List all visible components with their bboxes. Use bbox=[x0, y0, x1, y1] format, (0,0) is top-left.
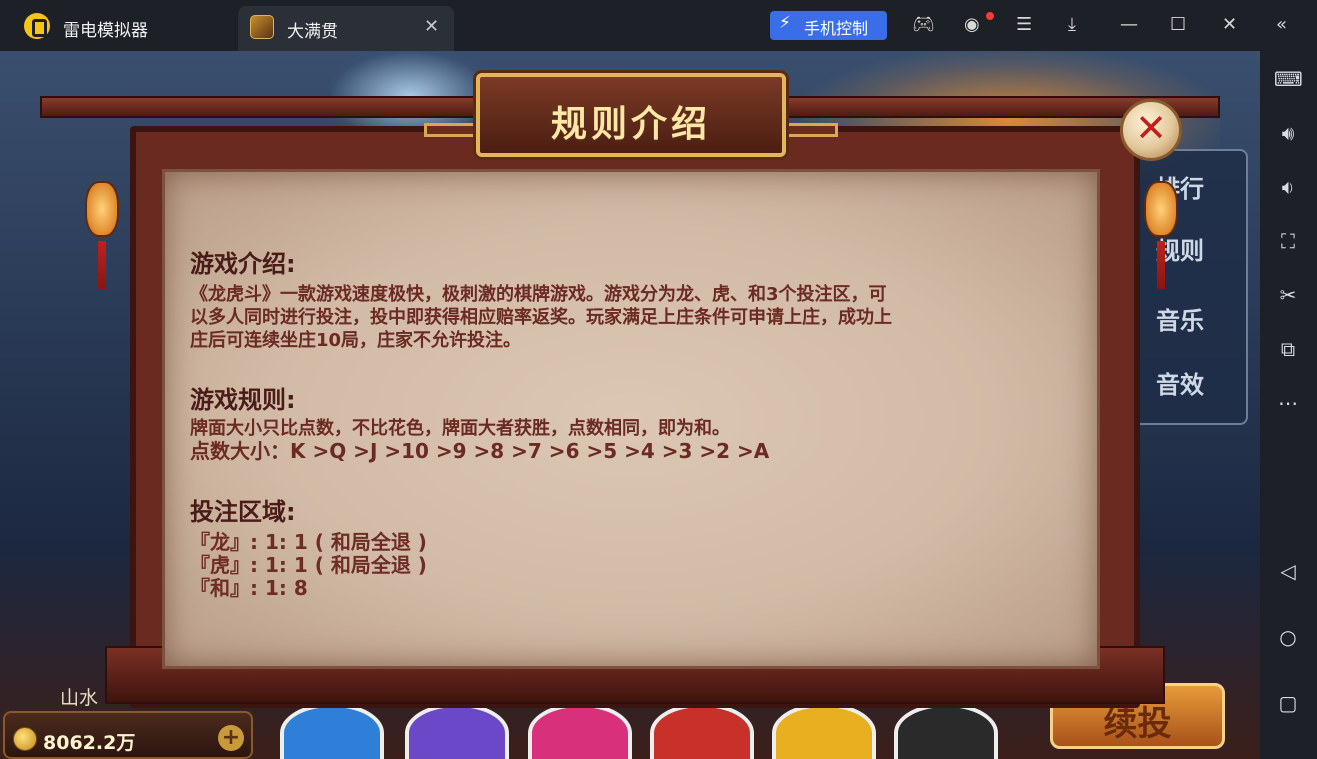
collapse-sidebar-icon[interactable]: « bbox=[1276, 14, 1287, 35]
balance-bar: 8062.2万 + bbox=[3, 711, 253, 759]
balance-amount: 8062.2万 bbox=[43, 732, 136, 754]
bet-line-dragon: 『龙』: 1: 1 ( 和局全退 ) bbox=[190, 530, 427, 554]
screenshot-icon[interactable]: ⛶ bbox=[1274, 227, 1302, 255]
section-bets: 投注区域: 『龙』: 1: 1 ( 和局全退 ) 『虎』: 1: 1 ( 和局全… bbox=[190, 492, 1085, 600]
tab-close-icon[interactable]: ✕ bbox=[424, 16, 439, 37]
fret-ornament-left bbox=[424, 123, 484, 137]
keyboard-mapping-icon[interactable]: ⌨ bbox=[1274, 65, 1303, 93]
recent-apps-icon[interactable]: ▢ bbox=[1274, 689, 1302, 717]
section-intro: 游戏介绍: 《龙虎斗》一款游戏速度极快，极刺激的棋牌游戏。游戏分为龙、虎、和3个… bbox=[190, 244, 1085, 352]
section-rules: 游戏规则: 牌面大小只比点数，不比花色，牌面大者获胜，点数相同，即为和。 点数大… bbox=[190, 380, 1085, 463]
intro-title: 游戏介绍: bbox=[190, 250, 296, 278]
rank-order-line: 点数大小：K >Q >J >10 >9 >8 >7 >6 >5 >4 >3 >2… bbox=[190, 439, 770, 463]
minimize-icon[interactable]: — bbox=[1120, 14, 1138, 35]
close-window-icon[interactable]: ✕ bbox=[1222, 14, 1237, 35]
app-logo-icon bbox=[24, 13, 50, 39]
bet-chip-3[interactable] bbox=[528, 703, 632, 759]
bet-chip-2[interactable] bbox=[405, 703, 509, 759]
tassel-right bbox=[1157, 241, 1165, 289]
bet-chip-1[interactable] bbox=[280, 703, 384, 759]
back-icon[interactable]: ◁ bbox=[1274, 557, 1302, 585]
volume-up-icon[interactable]: 🔊︎ bbox=[1274, 119, 1302, 147]
multi-instance-icon[interactable]: ⧉ bbox=[1274, 335, 1302, 363]
bet-chip-5[interactable] bbox=[772, 703, 876, 759]
gamepad-icon[interactable]: 🎮︎ bbox=[912, 14, 935, 35]
add-coins-button[interactable]: + bbox=[218, 725, 244, 751]
close-x-icon: ✕ bbox=[1135, 106, 1167, 150]
emulator-sidebar: ⌨ 🔊︎ 🔉︎ ⛶ ✂ ⧉ ⋯ ◁ ○ ▢ bbox=[1260, 51, 1317, 759]
phone-control-button[interactable]: ⚡ 手机控制 bbox=[770, 11, 887, 40]
bet-line-tiger: 『虎』: 1: 1 ( 和局全退 ) bbox=[190, 553, 427, 577]
side-menu-music[interactable]: 音乐 bbox=[1156, 301, 1204, 336]
rules-title: 游戏规则: bbox=[190, 386, 296, 414]
more-options-icon[interactable]: ⋯ bbox=[1274, 389, 1302, 417]
tab-game[interactable]: 大满贯 ✕ bbox=[238, 6, 454, 51]
fret-ornament-right bbox=[778, 123, 838, 137]
dialog-close-button[interactable]: ✕ bbox=[1120, 99, 1182, 161]
game-app-icon bbox=[250, 15, 274, 39]
notification-dot bbox=[986, 12, 994, 20]
lightning-icon: ⚡ bbox=[779, 13, 791, 33]
phone-control-label: 手机控制 bbox=[804, 19, 869, 38]
menu-icon[interactable]: ☰ bbox=[1016, 14, 1032, 35]
tassel-left bbox=[98, 241, 106, 289]
bet-chip-6[interactable] bbox=[894, 703, 998, 759]
dialog-title-plate: 规则介绍 bbox=[476, 73, 786, 157]
maximize-icon[interactable]: ☐ bbox=[1170, 14, 1186, 35]
intro-line: 以多人同时进行投注，投中即获得相应赔率返奖。玩家满足上庄条件可申请上庄，成功上 bbox=[190, 307, 892, 328]
lantern-right-icon bbox=[1144, 181, 1178, 237]
volume-down-icon[interactable]: 🔉︎ bbox=[1274, 173, 1302, 201]
lantern-left-icon bbox=[85, 181, 119, 237]
room-label: 山水 bbox=[60, 687, 99, 709]
rules-line: 牌面大小只比点数，不比花色，牌面大者获胜，点数相同，即为和。 bbox=[190, 418, 730, 439]
intro-line: 《龙虎斗》一款游戏速度极快，极刺激的棋牌游戏。游戏分为龙、虎、和3个投注区，可 bbox=[190, 284, 887, 305]
user-account-icon[interactable]: ◉ bbox=[964, 14, 980, 35]
intro-line: 庄后可连续坐庄10局，庄家不允许投注。 bbox=[190, 330, 522, 351]
side-menu-sound[interactable]: 音效 bbox=[1156, 365, 1204, 400]
window-titlebar: 雷电模拟器 大满贯 ✕ ⚡ 手机控制 🎮︎ ◉ ☰ ⤓ — ☐ ✕ « bbox=[0, 0, 1317, 51]
bet-title: 投注区域: bbox=[190, 498, 296, 526]
home-icon[interactable]: ○ bbox=[1274, 623, 1302, 651]
window-pop-icon[interactable]: ⤓ bbox=[1068, 14, 1076, 35]
bet-chip-4[interactable] bbox=[650, 703, 754, 759]
scissors-icon[interactable]: ✂ bbox=[1274, 281, 1302, 309]
coin-icon bbox=[13, 727, 37, 751]
dialog-title: 规则介绍 bbox=[550, 103, 711, 145]
app-name: 雷电模拟器 bbox=[63, 21, 148, 41]
bet-line-tie: 『和』: 1: 8 bbox=[190, 576, 308, 600]
tab-label: 大满贯 bbox=[287, 22, 338, 42]
